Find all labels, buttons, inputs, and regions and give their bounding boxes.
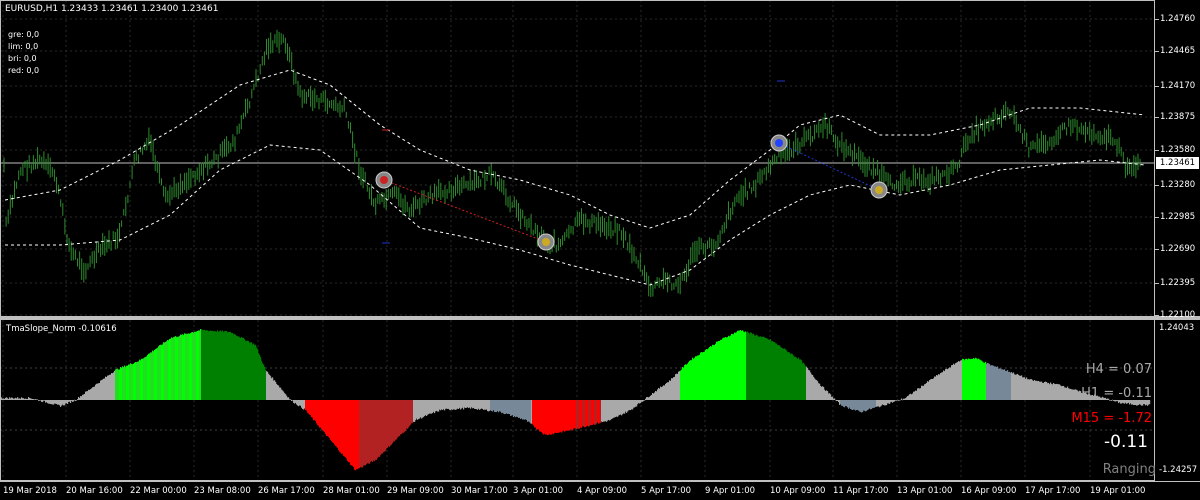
price-tick [1155, 283, 1159, 284]
slope-bar [290, 399, 292, 400]
time-axis-label: 23 Mar 08:00 [194, 486, 251, 496]
trade-marker-dot [380, 176, 388, 184]
slope-bar [76, 400, 78, 401]
time-axis-label: 28 Mar 01:00 [323, 486, 380, 496]
price-level-label: 1.23280 [1160, 180, 1196, 190]
time-axis-label: 26 Mar 17:00 [258, 486, 315, 496]
h1-slope-label: H1 = -0.11 [1081, 386, 1152, 401]
time-axis-label: 16 Apr 09:00 [961, 486, 1017, 496]
price-level-label: 1.22985 [1160, 212, 1196, 222]
market-state-label: Ranging [1102, 462, 1156, 477]
slope-bar [644, 400, 646, 401]
time-axis-label: 29 Mar 09:00 [387, 486, 444, 496]
time-axis-label: 10 Apr 09:00 [770, 486, 826, 496]
trading-chart-window: EURUSD,H1 1.23433 1.23461 1.23400 1.2346… [0, 0, 1200, 500]
indicator-pane[interactable] [0, 320, 1155, 480]
info-line-bri: bri: 0,0 [8, 54, 37, 63]
time-axis-label: 13 Apr 01:00 [897, 486, 953, 496]
h4-slope-label: H4 = 0.07 [1085, 362, 1152, 377]
price-level-label: 1.24170 [1160, 81, 1196, 91]
m15-slope-label: M15 = -1.72 [1071, 411, 1152, 426]
price-tick [1155, 315, 1159, 316]
price-tick [1155, 117, 1159, 118]
indicator-max-label: 1.24043 [1159, 323, 1195, 333]
time-axis-label: 5 Apr 17:00 [641, 486, 692, 496]
price-level-label: 1.24465 [1160, 46, 1196, 56]
trade-marker-dot [875, 186, 883, 194]
info-line-gre: gre: 0,0 [8, 30, 40, 39]
trade-marker-dot [542, 238, 550, 246]
time-axis-label: 19 Mar 2018 [3, 486, 57, 496]
indicator-min-label: -1.24257 [1159, 465, 1198, 475]
price-tick [1155, 185, 1159, 186]
indicator-canvas [0, 320, 1155, 480]
indicator-title: TmaSlope_Norm -0.10616 [6, 324, 117, 334]
price-tick [1155, 249, 1159, 250]
time-axis[interactable]: 19 Mar 2018 20 Mar 16:00 22 Mar 00:00 23 Ma… [0, 481, 1200, 500]
trade-marker-dot [775, 139, 783, 147]
price-tick [1155, 150, 1159, 151]
price-level-label: 1.22690 [1160, 244, 1196, 254]
tma-lower-band [5, 144, 1146, 286]
current-slope-value: -0.11 [1104, 432, 1148, 452]
slope-bar [37, 399, 39, 400]
price-level-label: 1.22100 [1160, 310, 1196, 320]
time-axis-label: 22 Mar 00:00 [130, 486, 187, 496]
symbol-title: EURUSD,H1 1.23433 1.23461 1.23400 1.2346… [5, 4, 219, 14]
price-level-label: 1.22395 [1160, 278, 1196, 288]
price-level-label: 1.23875 [1160, 112, 1196, 122]
time-axis-label: 11 Apr 17:00 [833, 486, 889, 496]
time-axis-label: 3 Apr 01:00 [513, 486, 564, 496]
slope-bar [834, 398, 836, 400]
current-price-label: 1.23461 [1156, 157, 1199, 169]
time-axis-label: 19 Apr 01:00 [1090, 486, 1146, 496]
time-axis-label: 30 Mar 17:00 [451, 486, 508, 496]
price-level-label: 1.23580 [1160, 145, 1196, 155]
trade-line-blue [778, 142, 880, 191]
trade-line-red [383, 179, 547, 243]
price-tick [1155, 217, 1159, 218]
time-axis-label: 9 Apr 01:00 [705, 486, 756, 496]
time-axis-label: 17 Apr 17:00 [1025, 486, 1081, 496]
price-level-label: 1.24760 [1160, 14, 1196, 24]
info-line-red: red: 0,0 [8, 66, 40, 75]
price-chart-pane[interactable] [0, 0, 1155, 316]
slope-histogram [0, 329, 1151, 471]
price-tick [1155, 19, 1159, 20]
tma-upper-band [4, 69, 1146, 229]
price-tick [1155, 86, 1159, 87]
price-tick [1155, 51, 1159, 52]
time-axis-label: 20 Mar 16:00 [66, 486, 123, 496]
price-chart-canvas [0, 0, 1155, 316]
time-axis-label: 4 Apr 09:00 [577, 486, 628, 496]
info-line-lim: lim: 0,0 [8, 42, 39, 51]
